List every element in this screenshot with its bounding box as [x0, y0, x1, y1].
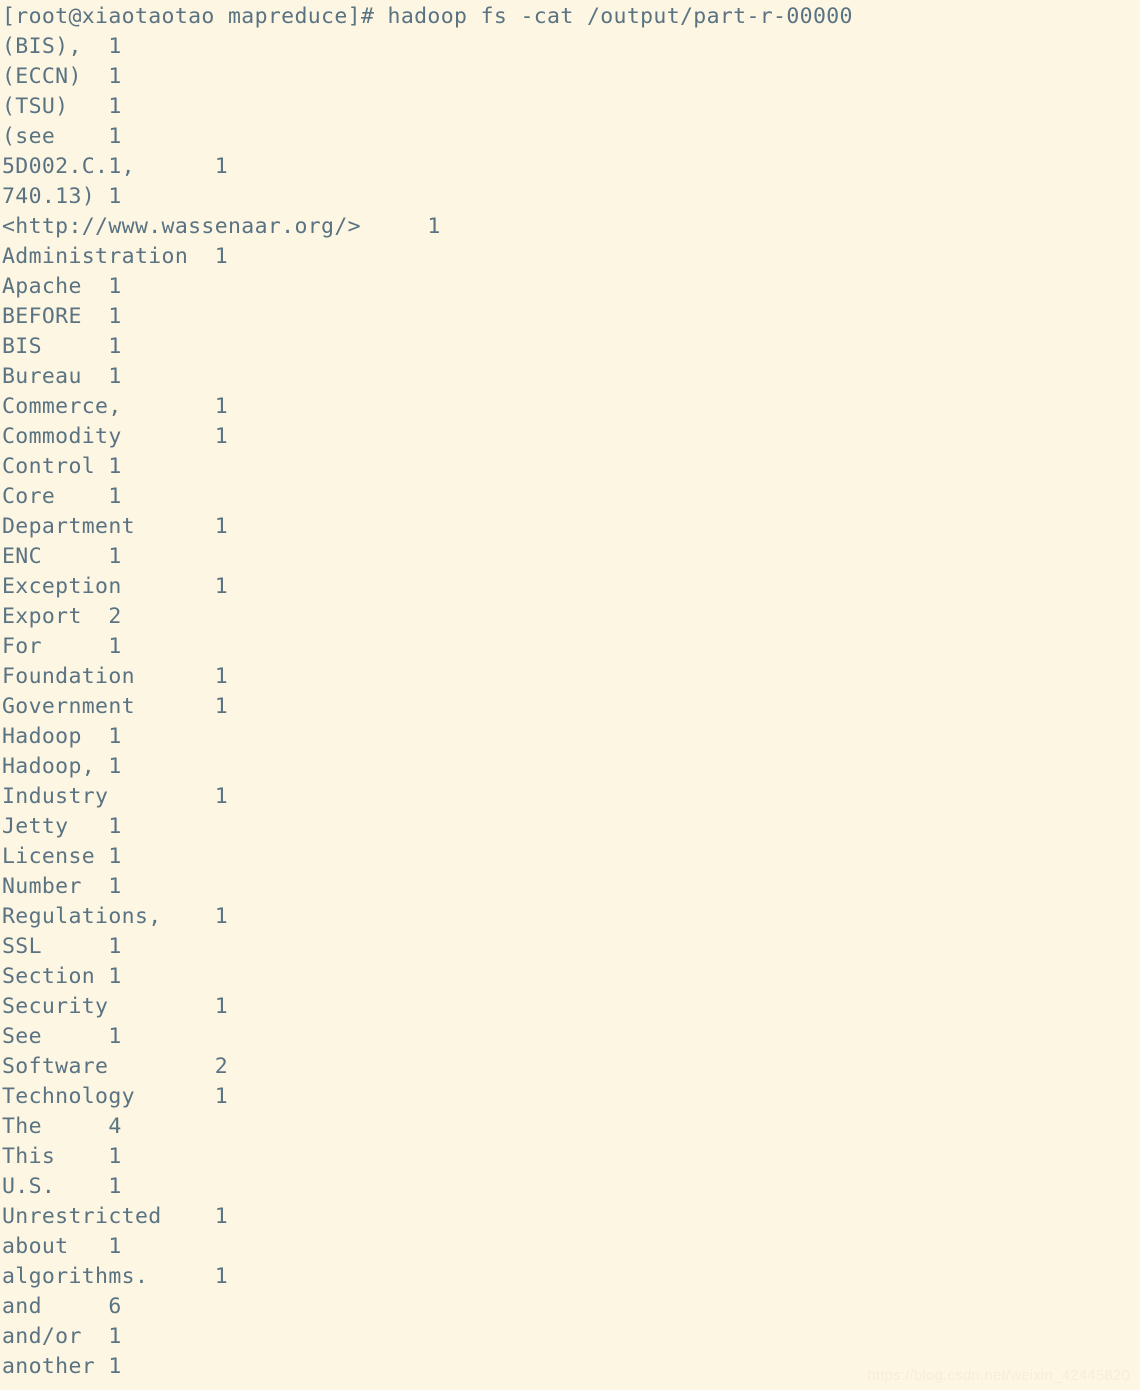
terminal-output-line: algorithms. 1	[2, 1264, 229, 1289]
terminal-output-line: Core 1	[2, 484, 122, 509]
terminal-output-line: and/or 1	[2, 1324, 122, 1349]
terminal-output-line: about 1	[2, 1234, 122, 1259]
terminal-output-line: Section 1	[2, 964, 122, 989]
terminal-output-line: Number 1	[2, 874, 122, 899]
terminal-output-line: Unrestricted 1	[2, 1204, 229, 1229]
terminal-output-line: Department 1	[2, 514, 229, 539]
terminal-output-line: Exception 1	[2, 574, 229, 599]
terminal-output-line: Hadoop 1	[2, 724, 122, 749]
terminal-output-line: (see 1	[2, 124, 122, 149]
terminal-output-line: For 1	[2, 634, 122, 659]
terminal-output-line: Industry 1	[2, 784, 229, 809]
terminal-output-line: SSL 1	[2, 934, 122, 959]
terminal-output-line: Bureau 1	[2, 364, 122, 389]
terminal-output-line: BEFORE 1	[2, 304, 122, 329]
terminal-output-line: Security 1	[2, 994, 229, 1019]
watermark: https://blog.csdn.net/weixin_42445820	[867, 1367, 1130, 1384]
terminal-output-line: Export 2	[2, 604, 122, 629]
terminal-output-line: Foundation 1	[2, 664, 229, 689]
terminal-output-line: Technology 1	[2, 1084, 229, 1109]
terminal-screen[interactable]: [root@xiaotaotao mapreduce]# hadoop fs -…	[2, 2, 1140, 1382]
terminal-output-line: <http://www.wassenaar.org/> 1	[2, 214, 441, 239]
terminal-window[interactable]: [root@xiaotaotao mapreduce]# hadoop fs -…	[0, 0, 1140, 1390]
terminal-output-line: 5D002.C.1, 1	[2, 154, 229, 179]
terminal-output-line: Commodity 1	[2, 424, 229, 449]
terminal-output-line: ENC 1	[2, 544, 122, 569]
terminal-output-line: (ECCN) 1	[2, 64, 122, 89]
terminal-output-line: Commerce, 1	[2, 394, 229, 419]
terminal-output-line: BIS 1	[2, 334, 122, 359]
terminal-output-line: Control 1	[2, 454, 122, 479]
terminal-output-line: 740.13) 1	[2, 184, 122, 209]
terminal-output-line: (TSU) 1	[2, 94, 122, 119]
terminal-prompt-line: [root@xiaotaotao mapreduce]# hadoop fs -…	[2, 4, 853, 29]
terminal-output-line: Hadoop, 1	[2, 754, 122, 779]
terminal-output-line: (BIS), 1	[2, 34, 122, 59]
terminal-output-line: Regulations, 1	[2, 904, 229, 929]
terminal-output-line: Administration 1	[2, 244, 229, 269]
terminal-output-line: Government 1	[2, 694, 229, 719]
terminal-output-line: and 6	[2, 1294, 122, 1319]
terminal-output-line: Apache 1	[2, 274, 122, 299]
terminal-output-line: This 1	[2, 1144, 122, 1169]
terminal-output-line: The 4	[2, 1114, 122, 1139]
terminal-output-line: See 1	[2, 1024, 122, 1049]
terminal-output-line: Jetty 1	[2, 814, 122, 839]
terminal-output-line: U.S. 1	[2, 1174, 122, 1199]
terminal-output-line: Software 2	[2, 1054, 229, 1079]
terminal-output-line: License 1	[2, 844, 122, 869]
